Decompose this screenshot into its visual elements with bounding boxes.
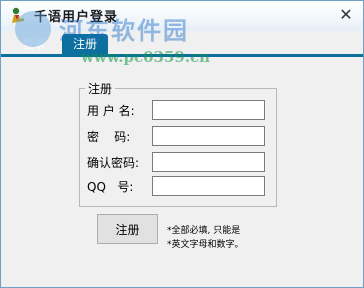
groupbox-title: 注册	[85, 80, 116, 97]
title-bar: 千语用户登录 ✕	[1, 1, 363, 31]
tab-underline	[1, 54, 363, 57]
window-title: 千语用户登录	[34, 10, 119, 25]
close-icon[interactable]: ✕	[335, 5, 357, 25]
username-label: 用 户 名:	[87, 104, 135, 118]
tab-strip: 登录 注册	[1, 31, 363, 55]
login-window: 千语用户登录 ✕ 登录 注册 河东软件园 www.pc0359.cn 注册 用 …	[0, 0, 364, 288]
tab-register[interactable]: 注册	[62, 34, 108, 55]
qq-label: QQ 号:	[87, 180, 134, 194]
qq-input[interactable]	[152, 176, 265, 196]
confirm-password-label: 确认密码:	[87, 156, 140, 170]
username-input[interactable]	[152, 100, 265, 120]
register-button[interactable]: 注册	[97, 214, 158, 244]
confirm-password-input[interactable]	[152, 152, 265, 172]
password-input[interactable]	[152, 126, 265, 146]
tab-login[interactable]: 登录	[10, 34, 58, 55]
app-icon	[12, 7, 24, 23]
note-required: *全部必填, 只能是	[167, 226, 241, 236]
note-alphanumeric: *英文字母和数字。	[167, 240, 244, 250]
password-label: 密 码:	[87, 130, 131, 144]
